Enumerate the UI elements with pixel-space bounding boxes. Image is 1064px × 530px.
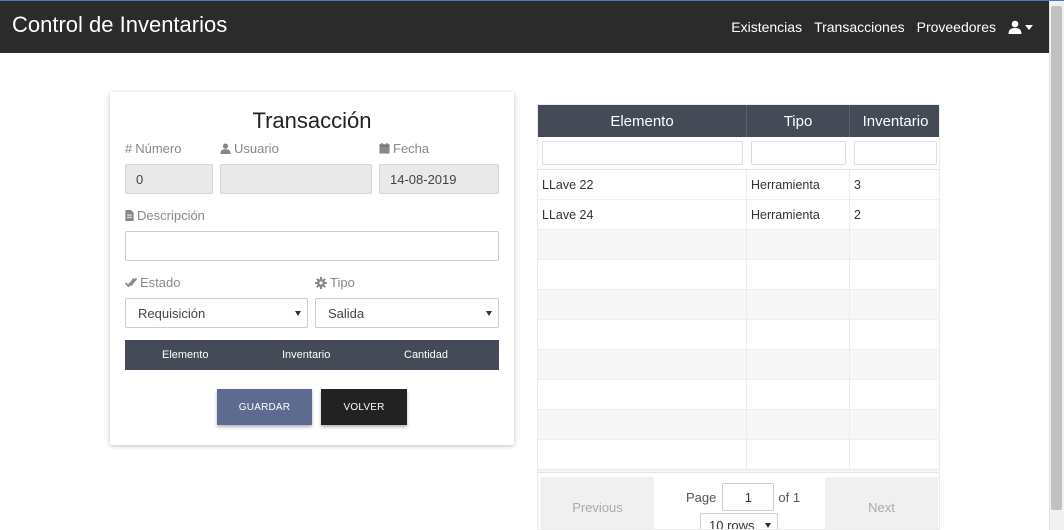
cell-tipo: Herramienta	[747, 200, 850, 230]
col-inventario[interactable]: Inventario	[282, 349, 330, 361]
estado-select[interactable]: Requisición	[125, 298, 308, 328]
usuario-input[interactable]	[220, 164, 372, 194]
user-icon	[220, 143, 231, 154]
table-row[interactable]: LLave 22 Herramienta 3	[538, 170, 939, 200]
tipo-select[interactable]: Salida	[315, 298, 499, 328]
col-elemento[interactable]: Elemento	[162, 349, 208, 361]
cell-elemento: LLave 24	[538, 200, 747, 230]
page-label: Page	[686, 489, 717, 505]
gear-icon	[315, 276, 327, 289]
th-elemento[interactable]: Elemento	[538, 105, 747, 137]
file-icon	[125, 210, 134, 221]
filter-inventario-input[interactable]	[854, 141, 937, 165]
empty-row	[538, 380, 939, 410]
back-button[interactable]: VOLVER	[321, 389, 407, 425]
cell-inventario: 3	[854, 178, 861, 192]
empty-row	[538, 260, 939, 290]
empty-row	[538, 410, 939, 440]
page-info: Page 1 of 1	[686, 483, 800, 511]
filter-row	[538, 137, 939, 170]
form-title: Transacción	[252, 108, 372, 133]
empty-row	[538, 290, 939, 320]
filter-tipo-input[interactable]	[751, 141, 846, 165]
tipo-label: Tipo	[315, 275, 355, 290]
empty-row	[538, 320, 939, 350]
items-table-header: Elemento Inventario Cantidad	[125, 340, 499, 370]
rows-per-page-select[interactable]: 10 rows	[700, 513, 778, 529]
fecha-label: Fecha	[379, 141, 429, 156]
cell-tipo: Herramienta	[747, 170, 850, 200]
nav-proveedores[interactable]: Proveedores	[917, 19, 996, 35]
transaction-form: Transacción # Número Usuario Fecha 0 14-…	[110, 92, 514, 445]
empty-row	[538, 440, 939, 470]
th-tipo[interactable]: Tipo	[747, 105, 850, 137]
hash-icon: #	[125, 141, 133, 156]
empty-row	[538, 230, 939, 260]
inventory-table: Elemento Tipo Inventario LLave 22 Herram…	[537, 104, 940, 530]
scrollbar-thumb[interactable]	[1051, 6, 1062, 510]
nav-transacciones[interactable]: Transacciones	[814, 19, 905, 35]
cell-inventario: 2	[854, 208, 861, 222]
nav-existencias[interactable]: Existencias	[731, 19, 802, 35]
table-row[interactable]: LLave 24 Herramienta 2	[538, 200, 939, 230]
pagination: Previous Page 1 of 1 10 rows Next	[538, 472, 939, 529]
table-header: Elemento Tipo Inventario	[538, 105, 939, 137]
th-inventario[interactable]: Inventario	[850, 105, 939, 137]
page-count: of 1	[778, 489, 801, 505]
previous-button[interactable]: Previous	[541, 477, 654, 529]
select-arrow-icon	[486, 311, 492, 316]
next-button[interactable]: Next	[825, 477, 938, 529]
empty-row	[538, 350, 939, 380]
double-check-icon	[125, 277, 137, 288]
app-title[interactable]: Control de Inventarios	[12, 12, 227, 38]
user-icon	[1008, 20, 1022, 34]
select-arrow-icon	[765, 523, 771, 528]
user-menu[interactable]	[1008, 20, 1033, 34]
descripcion-input[interactable]	[125, 231, 499, 261]
save-button[interactable]: GUARDAR	[217, 389, 312, 425]
calendar-icon	[379, 143, 390, 154]
chevron-down-icon	[1025, 24, 1033, 30]
navbar: Control de Inventarios Existencias Trans…	[0, 1, 1049, 53]
usuario-label: Usuario	[220, 141, 279, 156]
nav-links: Existencias Transacciones Proveedores	[719, 19, 1033, 35]
estado-label: Estado	[125, 275, 180, 290]
filter-elemento-input[interactable]	[542, 141, 743, 165]
select-arrow-icon	[295, 311, 301, 316]
descripcion-label: Descripción	[125, 208, 205, 223]
fecha-input[interactable]: 14-08-2019	[379, 164, 499, 194]
page-input[interactable]: 1	[722, 483, 775, 511]
col-cantidad[interactable]: Cantidad	[404, 349, 448, 361]
numero-input[interactable]: 0	[125, 164, 213, 194]
cell-elemento: LLave 22	[538, 170, 747, 200]
numero-label: # Número	[125, 141, 182, 156]
